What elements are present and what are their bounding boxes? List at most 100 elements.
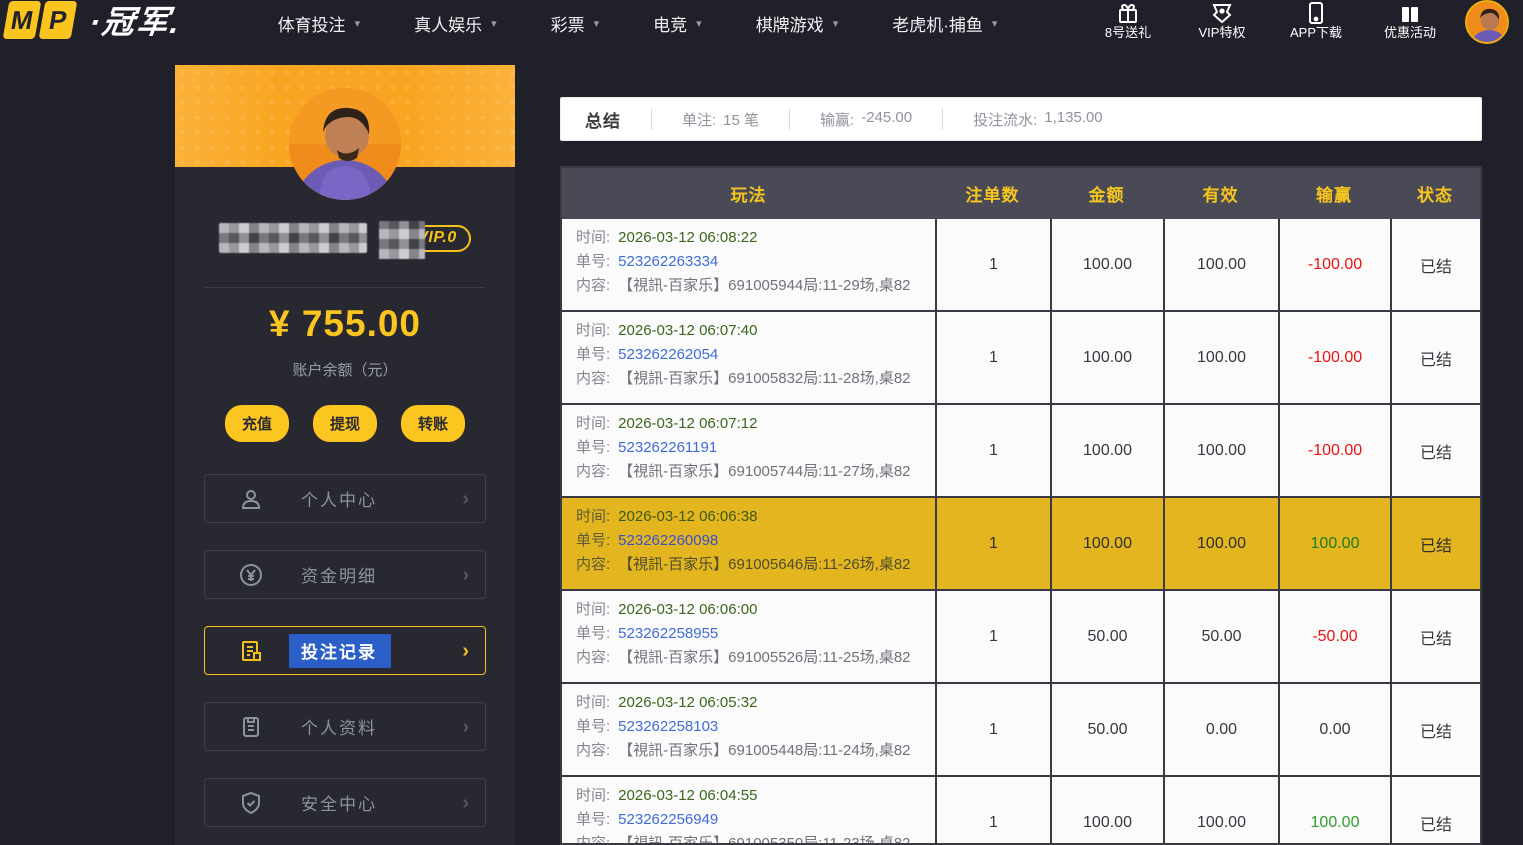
amount-cell: 100.00 <box>1050 219 1163 310</box>
user-avatar-large[interactable] <box>289 88 401 200</box>
status-cell: 已结 <box>1390 684 1480 775</box>
quick-link-promotions[interactable]: 优惠活动 <box>1377 7 1443 41</box>
status-cell: 已结 <box>1390 777 1480 845</box>
valid-amount-cell: 100.00 <box>1163 405 1278 496</box>
user-icon <box>239 487 263 511</box>
bet-time-line: 时间:2026-03-12 06:05:32 <box>576 691 925 715</box>
bet-time-value: 2026-03-12 06:06:00 <box>618 601 757 618</box>
bet-count-cell: 1 <box>935 219 1050 310</box>
bet-info-cell: 时间:2026-03-12 06:06:38 单号:523262260098 内… <box>562 498 935 589</box>
table-row: 时间:2026-03-12 06:07:40 单号:523262262054 内… <box>562 312 1480 405</box>
bet-content-value: 【視訊-百家乐】691005832局:11-28场,桌82 <box>618 370 910 387</box>
sidebar-item-funds-detail[interactable]: 资金明细 › <box>204 550 486 599</box>
amount-cell: 100.00 <box>1050 777 1163 845</box>
bet-count-cell: 1 <box>935 498 1050 589</box>
bet-time-line: 时间:2026-03-12 06:08:22 <box>576 226 925 250</box>
sidebar-item-security-center[interactable]: 安全中心 › <box>204 778 486 827</box>
table-row: 时间:2026-03-12 06:05:32 单号:523262258103 内… <box>562 684 1480 777</box>
bet-order-link[interactable]: 523262258955 <box>618 625 718 642</box>
site-logo[interactable]: M P ·冠军. <box>6 0 182 43</box>
nav-item-lottery[interactable]: 彩票▾ <box>551 11 600 36</box>
bet-order-line: 单号:523262263334 <box>576 250 925 274</box>
bet-count-cell: 1 <box>935 591 1050 682</box>
bet-order-line: 单号:523262262054 <box>576 343 925 367</box>
bet-order-line: 单号:523262260098 <box>576 529 925 553</box>
bet-time-value: 2026-03-12 06:08:22 <box>618 229 757 246</box>
user-avatar-small[interactable] <box>1465 0 1509 44</box>
table-row: 时间:2026-03-12 06:07:12 单号:523262261191 内… <box>562 405 1480 498</box>
sidebar-item-bet-records[interactable]: 投注记录 › <box>204 626 486 675</box>
bet-content-value: 【視訊-百家乐】691005350局:11-23场,桌82 <box>618 835 910 845</box>
sidebar-menu: 个人中心 › 资金明细 › 投注记录 › 个人资料 › <box>175 474 515 845</box>
status-cell: 已结 <box>1390 312 1480 403</box>
column-header-playtype: 玩法 <box>562 168 935 219</box>
transfer-button[interactable]: 转账 <box>401 405 465 442</box>
winloss-cell: -100.00 <box>1278 312 1390 403</box>
summary-winloss: 输赢:-245.00 <box>820 109 912 130</box>
bet-records-content: 总结 单注:15 笔 输赢:-245.00 投注流水:1,135.00 玩法 注… <box>560 97 1482 845</box>
vip-level-badge: VIP.0 <box>381 225 471 252</box>
account-balance: ¥ 755.00 <box>175 303 515 345</box>
sidebar-item-personal-center[interactable]: 个人中心 › <box>204 474 486 523</box>
bet-order-link[interactable]: 523262258103 <box>618 718 718 735</box>
bet-order-link[interactable]: 523262261191 <box>618 439 717 456</box>
nav-item-esports[interactable]: 电竞▾ <box>653 11 702 36</box>
bet-content-value: 【視訊-百家乐】691005744局:11-27场,桌82 <box>618 463 910 480</box>
nav-item-slots-fishing[interactable]: 老虎机·捕鱼▾ <box>892 11 997 36</box>
bet-content-line: 内容:【視訊-百家乐】691005526局:11-25场,桌82 <box>576 646 925 670</box>
chevron-down-icon: ▾ <box>355 17 361 30</box>
status-cell: 已结 <box>1390 405 1480 496</box>
bet-info-cell: 时间:2026-03-12 06:06:00 单号:523262258955 内… <box>562 591 935 682</box>
bet-count-cell: 1 <box>935 312 1050 403</box>
bet-content-line: 内容:【視訊-百家乐】691005944局:11-29场,桌82 <box>576 274 925 298</box>
summary-bet-count: 单注:15 笔 <box>682 109 759 130</box>
summary-bar: 总结 单注:15 笔 输赢:-245.00 投注流水:1,135.00 <box>560 97 1482 141</box>
bet-info-cell: 时间:2026-03-12 06:07:40 单号:523262262054 内… <box>562 312 935 403</box>
quick-links: 8号送礼 VIP特权 APP下载 优惠活动 <box>1095 7 1443 41</box>
bet-order-link[interactable]: 523262262054 <box>618 346 718 363</box>
column-header-winloss: 输赢 <box>1278 168 1390 219</box>
bet-content-value: 【視訊-百家乐】691005646局:11-26场,桌82 <box>618 556 910 573</box>
chevron-right-icon: › <box>462 565 469 585</box>
bet-content-line: 内容:【視訊-百家乐】691005646局:11-26场,桌82 <box>576 553 925 577</box>
withdraw-button[interactable]: 提现 <box>313 405 377 442</box>
logo-text: ·冠军. <box>87 0 185 43</box>
bet-order-link[interactable]: 523262263334 <box>618 253 718 270</box>
nav-item-board-games[interactable]: 棋牌游戏▾ <box>756 11 839 36</box>
account-sidebar: VIP.0 ¥ 755.00 账户余额（元） 充值 提现 转账 个人中心 › 资… <box>175 65 515 845</box>
bet-order-link[interactable]: 523262260098 <box>618 532 718 549</box>
column-header-valid: 有效 <box>1163 168 1278 219</box>
summary-separator <box>789 108 790 130</box>
bet-order-line: 单号:523262258103 <box>576 715 925 739</box>
amount-cell: 50.00 <box>1050 684 1163 775</box>
bet-order-line: 单号:523262258955 <box>576 622 925 646</box>
valid-amount-cell: 50.00 <box>1163 591 1278 682</box>
shield-check-icon <box>239 791 263 815</box>
sidebar-divider <box>205 287 485 288</box>
sidebar-item-profile[interactable]: 个人资料 › <box>204 702 486 751</box>
nav-item-sports[interactable]: 体育投注▾ <box>278 11 361 36</box>
nav-item-live-casino[interactable]: 真人娱乐▾ <box>414 11 497 36</box>
column-header-amount: 金额 <box>1050 168 1163 219</box>
table-row: 时间:2026-03-12 06:04:55 单号:523262256949 内… <box>562 777 1480 845</box>
quick-link-app-download[interactable]: APP下载 <box>1283 7 1349 41</box>
chevron-down-icon: ▾ <box>696 17 702 30</box>
bet-time-line: 时间:2026-03-12 06:07:40 <box>576 319 925 343</box>
table-row: 时间:2026-03-12 06:06:38 单号:523262260098 内… <box>562 498 1480 591</box>
bet-content-value: 【視訊-百家乐】691005526局:11-25场,桌82 <box>618 649 910 666</box>
quick-link-gift[interactable]: 8号送礼 <box>1095 7 1161 41</box>
quick-link-vip[interactable]: VIP特权 <box>1189 7 1255 41</box>
amount-cell: 100.00 <box>1050 498 1163 589</box>
summary-turnover: 投注流水:1,135.00 <box>973 109 1103 130</box>
deposit-button[interactable]: 充值 <box>225 405 289 442</box>
logo-block-p: P <box>39 1 78 39</box>
winloss-cell: 100.00 <box>1278 498 1390 589</box>
bet-info-cell: 时间:2026-03-12 06:07:12 单号:523262261191 内… <box>562 405 935 496</box>
account-balance-label: 账户余额（元） <box>175 359 515 380</box>
bet-order-link[interactable]: 523262256949 <box>618 811 718 828</box>
phone-icon <box>1304 1 1328 19</box>
status-cell: 已结 <box>1390 219 1480 310</box>
chevron-down-icon: ▾ <box>833 17 839 30</box>
user-identity-row: VIP.0 <box>175 223 515 253</box>
valid-amount-cell: 100.00 <box>1163 312 1278 403</box>
